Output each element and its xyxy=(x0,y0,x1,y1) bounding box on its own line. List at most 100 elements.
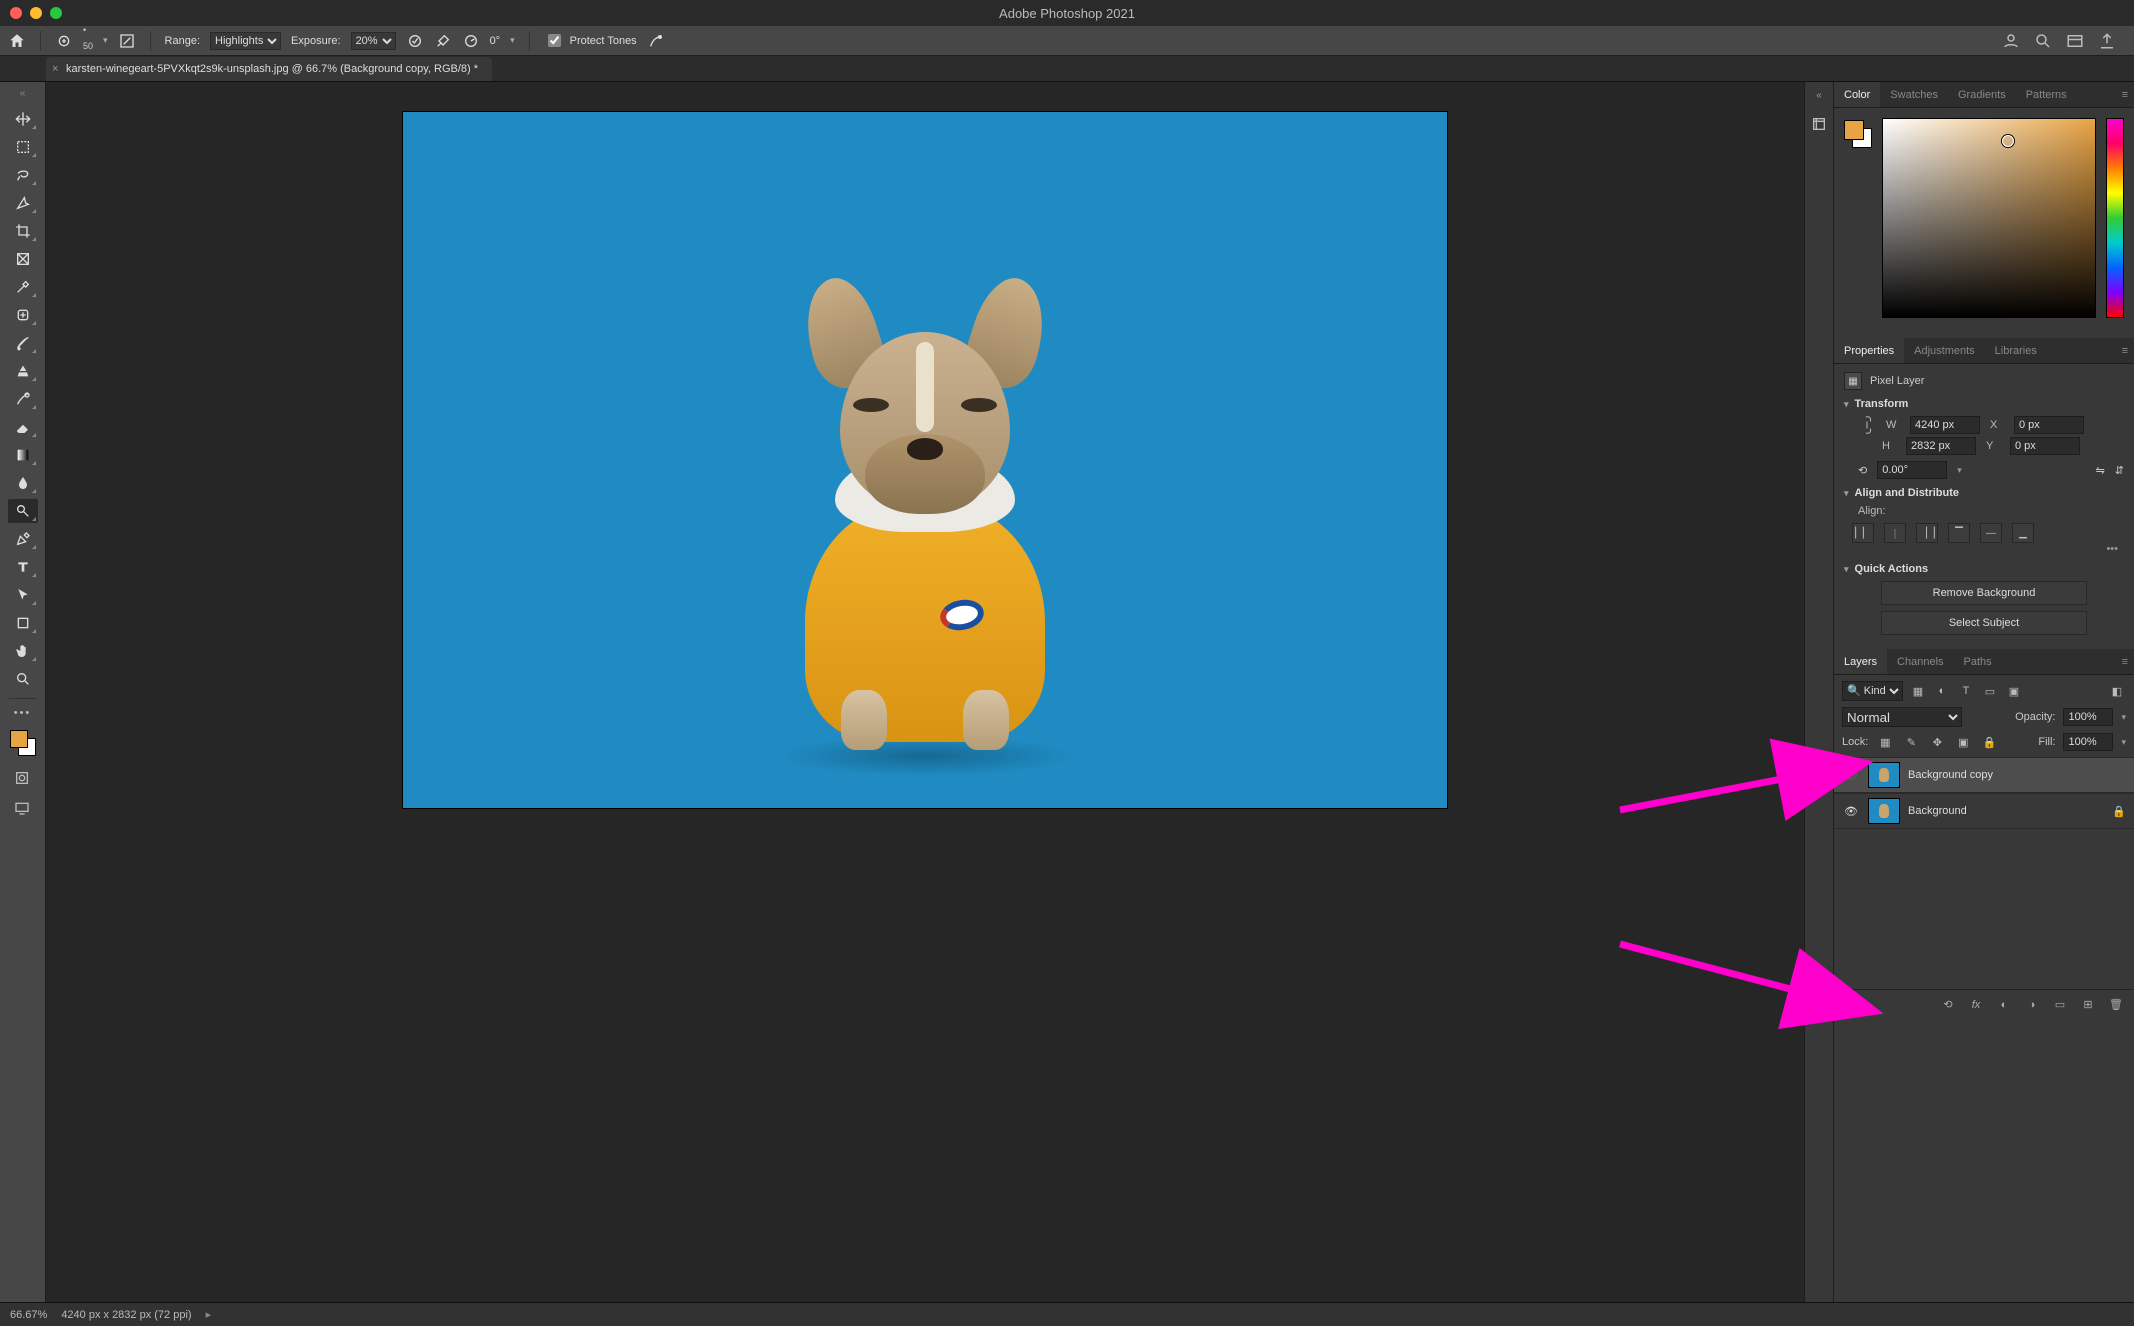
lock-all-icon[interactable]: 🔒 xyxy=(1980,733,1998,751)
close-window-button[interactable] xyxy=(10,7,22,19)
link-wh-icon[interactable] xyxy=(1858,416,1876,434)
type-tool[interactable] xyxy=(8,555,38,579)
layer-name[interactable]: Background copy xyxy=(1908,769,2126,781)
select-subject-button[interactable]: Select Subject xyxy=(1881,611,2087,635)
angle-input[interactable] xyxy=(1877,461,1947,479)
filter-shape-icon[interactable]: ▭ xyxy=(1981,682,1999,700)
tab-adjustments[interactable]: Adjustments xyxy=(1904,338,1985,363)
brush-panel-icon[interactable] xyxy=(118,32,136,50)
marquee-tool[interactable] xyxy=(8,135,38,159)
filter-pixel-icon[interactable]: ▦ xyxy=(1909,682,1927,700)
chevron-down-icon[interactable]: ▾ xyxy=(1844,488,1849,499)
color-panel-menu-icon[interactable]: ≡ xyxy=(2122,89,2128,101)
layers-panel-menu-icon[interactable]: ≡ xyxy=(2122,656,2128,668)
filter-toggle-icon[interactable]: ◧ xyxy=(2108,682,2126,700)
eyedropper-tool[interactable] xyxy=(8,275,38,299)
dodge-tool[interactable] xyxy=(8,499,38,523)
minimize-window-button[interactable] xyxy=(30,7,42,19)
filter-type-icon[interactable]: T xyxy=(1957,682,1975,700)
tool-preset-icon[interactable] xyxy=(55,32,73,50)
frame-tool[interactable] xyxy=(8,247,38,271)
color-swatches[interactable] xyxy=(8,728,38,758)
visibility-toggle-icon[interactable]: 👁 xyxy=(1842,766,1860,784)
shape-tool[interactable] xyxy=(8,611,38,635)
pen-tool[interactable] xyxy=(8,527,38,551)
chevron-down-icon[interactable]: ▾ xyxy=(1844,564,1849,575)
lasso-tool[interactable] xyxy=(8,163,38,187)
expand-panels-icon[interactable]: « xyxy=(1816,90,1822,101)
delete-layer-icon[interactable]: 🗑 xyxy=(2108,997,2124,1013)
lock-paint-icon[interactable]: ✎ xyxy=(1902,733,1920,751)
canvas[interactable] xyxy=(403,112,1447,808)
more-options-icon[interactable]: ••• xyxy=(1844,543,2124,555)
filter-adjust-icon[interactable]: ◐ xyxy=(1933,682,1951,700)
path-select-tool[interactable] xyxy=(8,583,38,607)
clone-stamp-tool[interactable] xyxy=(8,359,38,383)
layer-mask-icon[interactable]: ◐ xyxy=(1996,997,2012,1013)
pressure-size-icon[interactable] xyxy=(647,32,665,50)
search-icon[interactable] xyxy=(2034,32,2052,50)
history-panel-icon[interactable] xyxy=(1808,113,1830,135)
align-hcenter-button[interactable]: ｜ xyxy=(1884,523,1906,543)
lock-transparency-icon[interactable]: ▦ xyxy=(1876,733,1894,751)
layer-thumbnail[interactable] xyxy=(1868,798,1900,824)
opacity-input[interactable] xyxy=(2063,708,2113,726)
layer-name[interactable]: Background xyxy=(1908,805,2104,817)
tab-swatches[interactable]: Swatches xyxy=(1880,82,1948,107)
align-left-button[interactable]: ▏▏ xyxy=(1852,523,1874,543)
tab-color[interactable]: Color xyxy=(1834,82,1880,107)
properties-panel-menu-icon[interactable]: ≡ xyxy=(2122,345,2128,357)
pressure-exposure-icon[interactable] xyxy=(406,32,424,50)
tab-channels[interactable]: Channels xyxy=(1887,649,1953,674)
align-top-button[interactable]: ▔ xyxy=(1948,523,1970,543)
layer-row[interactable]: 👁 Background copy xyxy=(1834,757,2134,793)
flip-horizontal-icon[interactable]: ⇋ xyxy=(2096,464,2105,477)
quick-mask-icon[interactable] xyxy=(14,770,32,788)
blur-tool[interactable] xyxy=(8,471,38,495)
y-input[interactable] xyxy=(2010,437,2080,455)
link-layers-icon[interactable]: ⟲ xyxy=(1940,997,1956,1013)
cloud-docs-icon[interactable] xyxy=(2002,32,2020,50)
screen-mode-icon[interactable] xyxy=(14,800,32,818)
tab-properties[interactable]: Properties xyxy=(1834,338,1904,363)
tab-patterns[interactable]: Patterns xyxy=(2016,82,2077,107)
crop-tool[interactable] xyxy=(8,219,38,243)
color-field[interactable] xyxy=(1882,118,2096,318)
healing-brush-tool[interactable] xyxy=(8,303,38,327)
group-icon[interactable]: ▭ xyxy=(2052,997,2068,1013)
workspace-icon[interactable] xyxy=(2066,32,2084,50)
canvas-area[interactable] xyxy=(46,82,1804,1302)
align-vcenter-button[interactable]: ― xyxy=(1980,523,2002,543)
selection-tool[interactable] xyxy=(8,191,38,215)
status-flyout-icon[interactable]: ▸ xyxy=(206,1308,212,1321)
share-icon[interactable] xyxy=(2098,32,2116,50)
fill-input[interactable] xyxy=(2063,733,2113,751)
hue-slider[interactable] xyxy=(2106,118,2124,318)
tab-layers[interactable]: Layers xyxy=(1834,649,1887,674)
x-input[interactable] xyxy=(2014,416,2084,434)
tab-libraries[interactable]: Libraries xyxy=(1985,338,2047,363)
doc-dimensions[interactable]: 4240 px x 2832 px (72 ppi) xyxy=(61,1309,191,1321)
tab-paths[interactable]: Paths xyxy=(1954,649,2002,674)
new-layer-icon[interactable]: ⊞ xyxy=(2080,997,2096,1013)
layer-row[interactable]: 👁 Background 🔒 xyxy=(1834,793,2134,829)
align-right-button[interactable]: ▕▕ xyxy=(1916,523,1938,543)
adjustment-layer-icon[interactable]: ◑ xyxy=(2024,997,2040,1013)
protect-tones-checkbox[interactable]: Protect Tones xyxy=(544,31,637,50)
height-input[interactable] xyxy=(1906,437,1976,455)
color-fg-bg-swatch[interactable] xyxy=(1844,120,1872,148)
document-tab[interactable]: × karsten-winegeart-5PVXkqt2s9k-unsplash… xyxy=(46,57,492,81)
filter-smart-icon[interactable]: ▣ xyxy=(2005,682,2023,700)
range-select[interactable]: Highlights xyxy=(210,32,281,50)
hand-tool[interactable] xyxy=(8,639,38,663)
lock-position-icon[interactable]: ✥ xyxy=(1928,733,1946,751)
zoom-tool[interactable] xyxy=(8,667,38,691)
layer-thumbnail[interactable] xyxy=(1868,762,1900,788)
visibility-toggle-icon[interactable]: 👁 xyxy=(1842,802,1860,820)
layer-style-icon[interactable]: fx xyxy=(1968,997,1984,1013)
edit-toolbar-button[interactable]: ••• xyxy=(8,706,38,720)
angle-dial-icon[interactable] xyxy=(462,32,480,50)
eraser-tool[interactable] xyxy=(8,415,38,439)
gradient-tool[interactable] xyxy=(8,443,38,467)
brush-tool[interactable] xyxy=(8,331,38,355)
